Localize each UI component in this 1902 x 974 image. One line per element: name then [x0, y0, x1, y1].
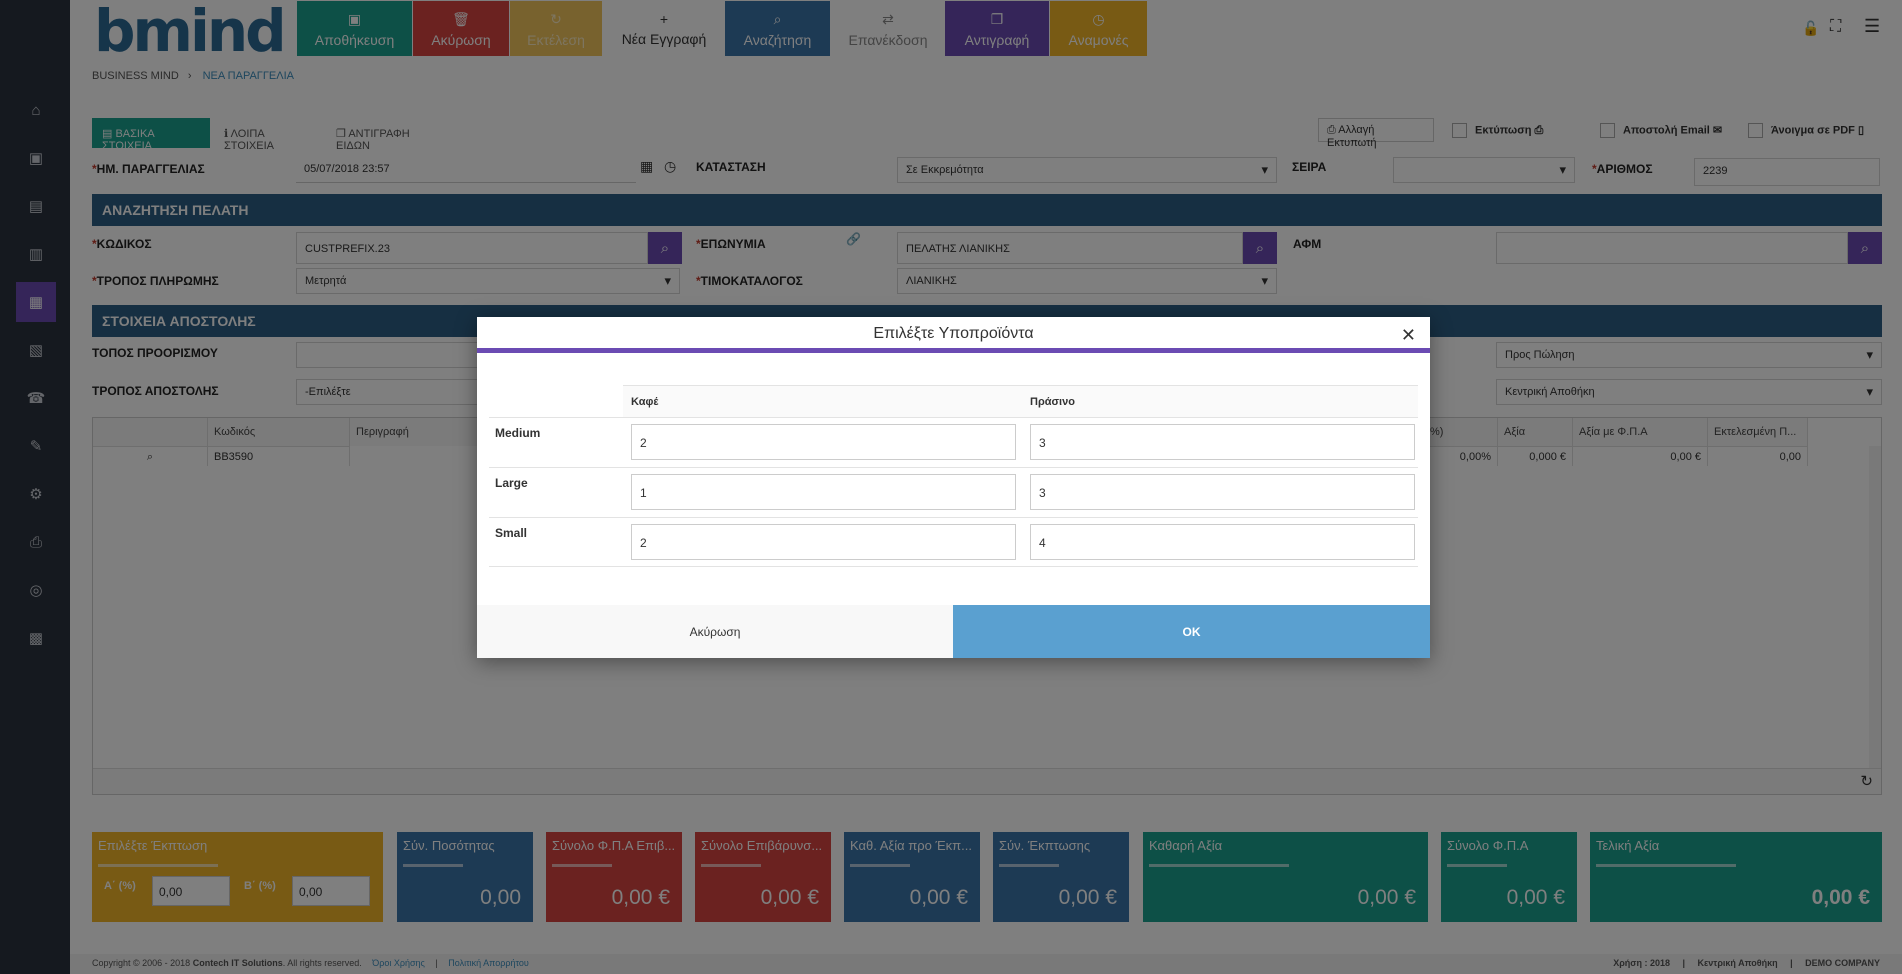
subproduct-row-large: Large 1 3 [489, 467, 1418, 517]
subproduct-row-medium: Medium 2 3 [489, 417, 1418, 467]
modal-cancel-button[interactable]: Ακύρωση [477, 605, 953, 658]
close-icon[interactable]: ✕ [1401, 325, 1416, 346]
qty-small-green[interactable]: 4 [1030, 524, 1415, 560]
modal-ok-button[interactable]: OK [953, 605, 1430, 658]
column-header-brown: Καφέ [623, 385, 1022, 417]
row-label: Medium [495, 426, 541, 440]
qty-large-brown[interactable]: 1 [631, 474, 1016, 510]
row-label: Small [495, 526, 528, 540]
qty-small-brown[interactable]: 2 [631, 524, 1016, 560]
row-label: Large [495, 476, 528, 490]
qty-large-green[interactable]: 3 [1030, 474, 1415, 510]
subproduct-row-small: Small 2 4 [489, 517, 1418, 567]
column-header-green: Πράσινο [1022, 385, 1418, 417]
modal-title: Επιλέξτε Υποπροϊόντα [477, 317, 1430, 353]
subproducts-modal: Επιλέξτε Υποπροϊόντα ✕ Καφέ Πράσινο Medi… [477, 317, 1430, 658]
modal-corner-header [489, 385, 623, 417]
qty-medium-green[interactable]: 3 [1030, 424, 1415, 460]
qty-medium-brown[interactable]: 2 [631, 424, 1016, 460]
